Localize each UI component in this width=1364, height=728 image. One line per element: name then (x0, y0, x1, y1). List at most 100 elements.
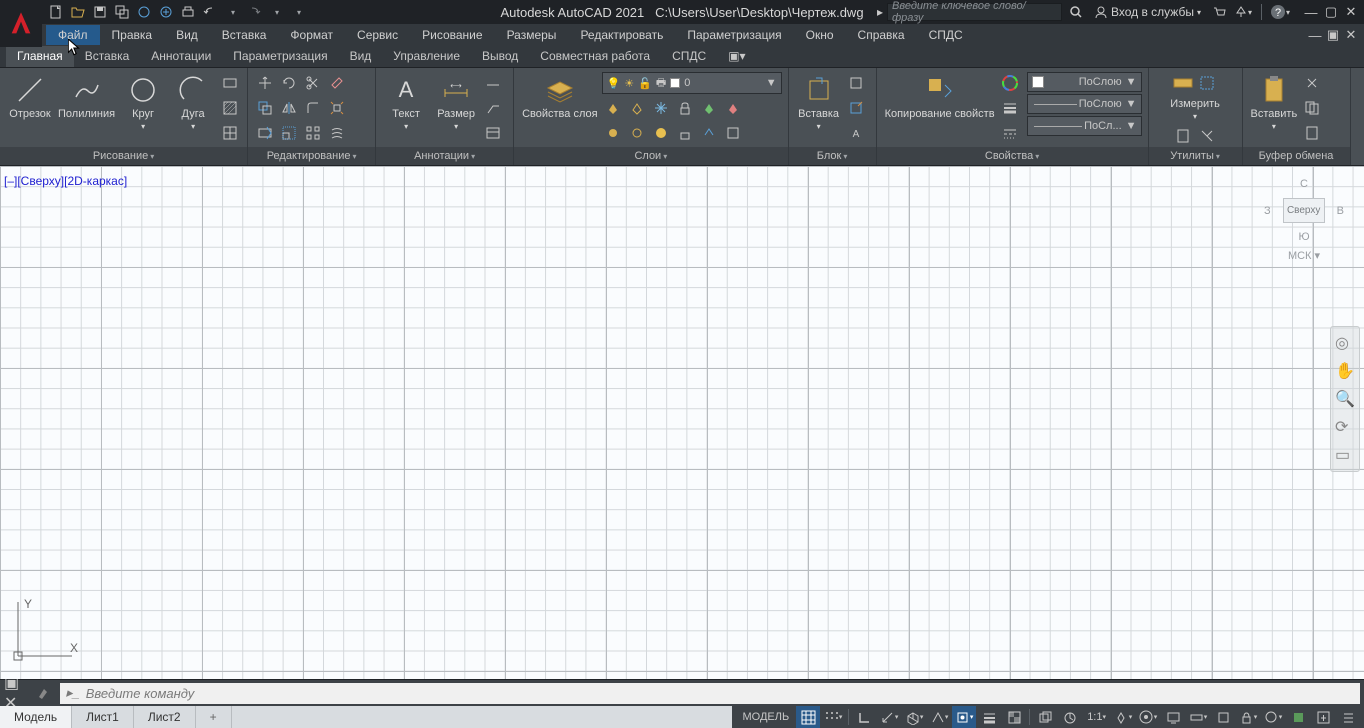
status-annoscale-icon[interactable] (1058, 706, 1082, 728)
menu-format[interactable]: Формат (278, 25, 345, 45)
insert-block-button[interactable]: Вставка▾ (795, 72, 843, 144)
status-cleanscreen-icon[interactable] (1311, 706, 1335, 728)
viewcube-top-face[interactable]: Сверху (1283, 198, 1325, 223)
status-annovisibility-icon[interactable]: ▾ (1111, 706, 1135, 728)
linear-dim-icon[interactable] (482, 72, 504, 94)
viewcube-wcs[interactable]: МСК ▾ (1264, 249, 1344, 262)
command-input[interactable]: ▸_ Введите команду (60, 683, 1360, 704)
qat-customize[interactable] (288, 2, 308, 22)
tab-output[interactable]: Вывод (471, 46, 529, 67)
trim-icon[interactable] (302, 72, 324, 94)
linetype-dropdown[interactable]: ПоСл...▼ (1027, 116, 1142, 136)
tab-layout1[interactable]: Лист1 (72, 706, 134, 728)
nav-orbit-icon[interactable]: ⟳ (1335, 417, 1355, 437)
tab-view[interactable]: Вид (339, 46, 383, 67)
cmd-customize-icon[interactable] (32, 682, 54, 704)
status-lwt-icon[interactable] (977, 706, 1001, 728)
linetype-icon[interactable] (999, 122, 1021, 144)
tab-spds[interactable]: СПДС (661, 46, 717, 67)
status-switchws-icon[interactable]: ▾ (1136, 706, 1160, 728)
status-isolate-icon[interactable]: ▾ (1261, 706, 1285, 728)
block-create-icon[interactable] (845, 72, 867, 94)
rotate-icon[interactable] (278, 72, 300, 94)
status-snap-icon[interactable]: ▾ (821, 706, 845, 728)
paste-button[interactable]: Вставить▾ (1249, 72, 1300, 144)
print-icon[interactable] (178, 2, 198, 22)
menu-insert[interactable]: Вставка (210, 25, 279, 45)
web-save-icon[interactable] (156, 2, 176, 22)
panel-anno-title[interactable]: Аннотации (376, 147, 513, 165)
scale-icon[interactable] (278, 122, 300, 144)
tab-annotate[interactable]: Аннотации (140, 46, 222, 67)
polyline-button[interactable]: Полилиния (56, 72, 117, 144)
menu-dimension[interactable]: Размеры (495, 25, 569, 45)
new-icon[interactable] (46, 2, 66, 22)
lineweight-dropdown[interactable]: ПоСлою▼ (1027, 94, 1142, 114)
tab-insert[interactable]: Вставка (74, 46, 141, 67)
layer-make-icon[interactable] (698, 97, 720, 119)
menu-parametric[interactable]: Параметризация (675, 25, 793, 45)
status-grid-icon[interactable] (796, 706, 820, 728)
maximize-button[interactable]: ▢ (1322, 4, 1340, 20)
panel-draw-title[interactable]: Рисование (0, 147, 247, 165)
save-icon[interactable] (90, 2, 110, 22)
circle-button[interactable]: Круг▾ (119, 72, 167, 144)
offset-icon[interactable] (326, 122, 348, 144)
mirror-icon[interactable] (278, 97, 300, 119)
cmd-close-icon[interactable]: ▣ ✕ (4, 682, 26, 704)
panel-utils-title[interactable]: Утилиты (1149, 147, 1242, 165)
nav-fullnav-icon[interactable]: ◎ (1335, 333, 1355, 353)
erase-icon[interactable] (326, 72, 348, 94)
tab-parametric[interactable]: Параметризация (222, 46, 338, 67)
select-all-icon[interactable] (1196, 72, 1218, 94)
layer-dropdown[interactable]: 💡 ☀ 🔓 🖶 0 ▼ (602, 72, 782, 94)
text-button[interactable]: AТекст▾ (382, 72, 430, 144)
calc-icon[interactable] (1172, 125, 1194, 147)
menu-window[interactable]: Окно (794, 25, 846, 45)
panel-block-title[interactable]: Блок (789, 147, 876, 165)
mdi-close[interactable]: ✕ (1342, 28, 1360, 42)
layer-props-button[interactable]: Свойства слоя (520, 72, 599, 144)
viewcube[interactable]: С З Сверху В Ю МСК ▾ (1264, 178, 1344, 262)
nav-pan-icon[interactable]: ✋ (1335, 361, 1355, 381)
nav-zoom-icon[interactable]: 🔍 (1335, 389, 1355, 409)
open-icon[interactable] (68, 2, 88, 22)
menu-draw[interactable]: Рисование (410, 25, 494, 45)
layer-walk-icon[interactable] (722, 122, 744, 144)
paste-special-icon[interactable] (1301, 122, 1323, 144)
mdi-minimize[interactable]: — (1306, 28, 1324, 42)
cart-icon[interactable] (1209, 2, 1229, 22)
search-input[interactable]: Введите ключевое слово/фразу (887, 3, 1062, 21)
status-monitor-icon[interactable] (1161, 706, 1185, 728)
viewport-controls[interactable]: [–][Сверху][2D-каркас] (4, 174, 127, 188)
tab-add[interactable]: + (196, 706, 232, 728)
panel-props-title[interactable]: Свойства (877, 147, 1148, 165)
redo-dropdown[interactable] (266, 2, 286, 22)
panel-modify-title[interactable]: Редактирование (248, 147, 375, 165)
navigation-bar[interactable]: ◎ ✋ 🔍 ⟳ ▭ (1330, 326, 1360, 472)
dimension-button[interactable]: ⟷Размер▾ (432, 72, 480, 144)
tab-layout2[interactable]: Лист2 (134, 706, 196, 728)
block-edit-icon[interactable] (845, 97, 867, 119)
close-button[interactable]: ✕ (1342, 4, 1360, 20)
copy-icon[interactable] (254, 97, 276, 119)
table-icon[interactable] (482, 122, 504, 144)
status-polar-icon[interactable]: ▾ (877, 706, 901, 728)
app-share-icon[interactable]: ▾ (1233, 2, 1253, 22)
status-hardware-icon[interactable] (1286, 706, 1310, 728)
status-units-icon[interactable]: ▾ (1186, 706, 1210, 728)
tab-manage[interactable]: Управление (382, 46, 471, 67)
explode-icon[interactable] (326, 97, 348, 119)
status-scale-label[interactable]: 1:1▾ (1083, 706, 1110, 728)
status-osnap-icon[interactable]: ▾ (952, 706, 976, 728)
color-dropdown[interactable]: ПоСлою▼ (1027, 72, 1142, 92)
menu-file[interactable]: Файл (46, 25, 100, 45)
tab-collaborate[interactable]: Совместная работа (529, 46, 661, 67)
table-draw-icon[interactable] (219, 122, 241, 144)
nav-showmotion-icon[interactable]: ▭ (1335, 445, 1355, 465)
panel-clip-title[interactable]: Буфер обмена (1243, 147, 1350, 165)
menu-tools[interactable]: Сервис (345, 25, 410, 45)
matchprop-button[interactable]: Копирование свойств (883, 72, 997, 144)
arc-button[interactable]: Дуга▾ (169, 72, 217, 144)
undo-icon[interactable] (200, 2, 220, 22)
